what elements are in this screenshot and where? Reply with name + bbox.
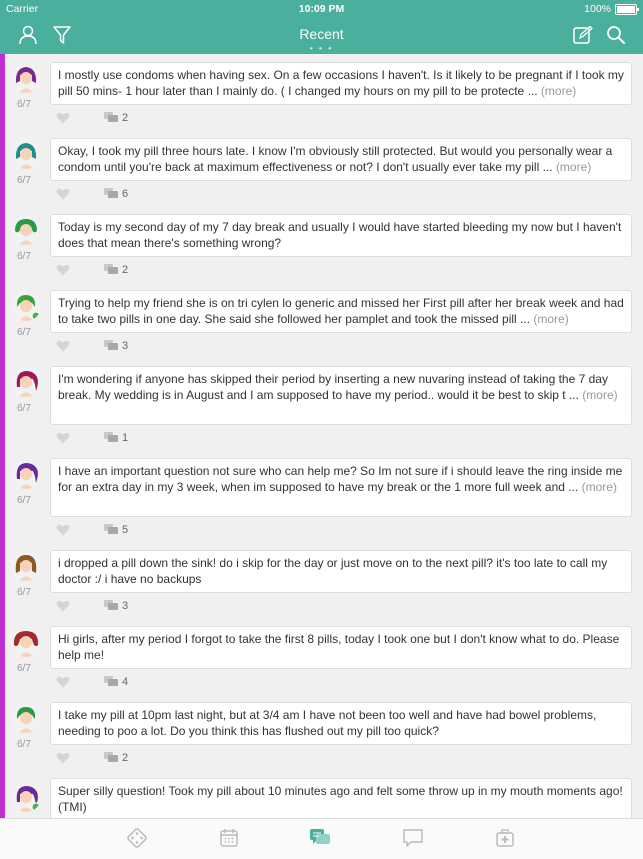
post-actions: 1 — [56, 432, 128, 444]
avatar — [11, 782, 41, 812]
clock: 10:09 PM — [298, 3, 345, 15]
post-date: 6/7 — [17, 587, 31, 598]
post-actions: 3 — [56, 340, 128, 352]
comment-icon[interactable] — [104, 432, 118, 444]
page-indicator: ● ● ● — [309, 46, 334, 52]
post-text: Hi girls, after my period I forgot to ta… — [58, 632, 620, 662]
comment-count: 2 — [122, 264, 129, 276]
compose-icon[interactable] — [572, 25, 594, 45]
post-text: Okay, I took my pill three hours late. I… — [58, 144, 613, 174]
more-link[interactable]: (more) — [533, 312, 568, 326]
chat-icon[interactable] — [309, 827, 331, 849]
post-card[interactable]: I mostly use condoms when having sex. On… — [50, 62, 632, 105]
comment-count: 6 — [122, 188, 129, 200]
heart-icon[interactable] — [56, 432, 70, 444]
post-actions: 3 — [56, 600, 128, 612]
post-date: 6/7 — [17, 663, 31, 674]
more-link[interactable]: (more) — [541, 84, 576, 98]
post-actions: 5 — [56, 524, 128, 536]
heart-icon[interactable] — [56, 340, 70, 352]
post-date: 6/7 — [17, 495, 31, 506]
heart-icon[interactable] — [56, 264, 70, 276]
dice-icon[interactable] — [126, 827, 148, 849]
avatar — [11, 703, 41, 733]
post-card[interactable]: Super silly question! Took my pill about… — [50, 778, 632, 818]
post-card[interactable]: I take my pill at 10pm last night, but a… — [50, 702, 632, 745]
avatar — [11, 627, 41, 657]
post-text: I have an important question not sure wh… — [58, 464, 623, 494]
heart-icon[interactable] — [56, 600, 70, 612]
post-text: Super silly question! Took my pill about… — [58, 784, 623, 814]
search-icon[interactable] — [605, 25, 627, 45]
comment-icon[interactable] — [104, 112, 118, 124]
avatar — [11, 291, 41, 321]
avatar — [11, 139, 41, 169]
comment-count: 4 — [122, 676, 129, 688]
avatar — [11, 215, 41, 245]
post-date: 6/7 — [17, 99, 31, 110]
comment-icon[interactable] — [104, 524, 118, 536]
post-card[interactable]: Okay, I took my pill three hours late. I… — [50, 138, 632, 181]
status-bar: Carrier 10:09 PM 100% — [0, 0, 643, 18]
post-text: i dropped a pill down the sink! do i ski… — [58, 556, 608, 586]
avatar — [11, 367, 41, 397]
comment-count: 2 — [122, 752, 129, 764]
post-card[interactable]: i dropped a pill down the sink! do i ski… — [50, 550, 632, 593]
post-date: 6/7 — [17, 739, 31, 750]
post-actions: 2 — [56, 752, 128, 764]
avatar — [11, 63, 41, 93]
comment-count: 1 — [122, 432, 129, 444]
page-title: Recent — [299, 26, 344, 42]
post-card[interactable]: Trying to help my friend she is on tri c… — [50, 290, 632, 333]
more-link[interactable]: (more) — [556, 160, 591, 174]
post-text: Today is my second day of my 7 day break… — [58, 220, 622, 250]
comment-count: 2 — [122, 112, 129, 124]
post-card[interactable]: I'm wondering if anyone has skipped thei… — [50, 366, 632, 425]
heart-icon[interactable] — [56, 524, 70, 536]
post-card[interactable]: I have an important question not sure wh… — [50, 458, 632, 517]
heart-icon[interactable] — [56, 676, 70, 688]
heart-icon[interactable] — [56, 188, 70, 200]
avatar — [11, 551, 41, 581]
comment-icon[interactable] — [104, 264, 118, 276]
comment-icon[interactable] — [104, 752, 118, 764]
more-link[interactable]: (more) — [582, 388, 617, 402]
post-text: I mostly use condoms when having sex. On… — [58, 68, 624, 98]
header-bar: Carrier 10:09 PM 100% Recent ● ● ● — [0, 0, 643, 54]
tab-bar — [0, 818, 643, 859]
heart-icon[interactable] — [56, 112, 70, 124]
comment-icon[interactable] — [104, 676, 118, 688]
post-actions: 4 — [56, 676, 128, 688]
battery-icon — [615, 3, 639, 15]
post-actions: 6 — [56, 188, 128, 200]
post-date: 6/7 — [17, 403, 31, 414]
post-date: 6/7 — [17, 251, 31, 262]
post-card[interactable]: Hi girls, after my period I forgot to ta… — [50, 626, 632, 669]
post-actions: 2 — [56, 264, 128, 276]
calendar-icon[interactable] — [218, 827, 240, 849]
heart-icon[interactable] — [56, 752, 70, 764]
comment-count: 3 — [122, 600, 129, 612]
battery-percent: 100% — [584, 3, 611, 15]
comment-icon[interactable] — [104, 600, 118, 612]
more-link[interactable]: (more) — [582, 480, 617, 494]
medical-kit-icon[interactable] — [494, 827, 516, 849]
battery-indicator: 100% — [584, 3, 639, 15]
comment-icon[interactable] — [104, 340, 118, 352]
comment-icon[interactable] — [104, 188, 118, 200]
avatar — [11, 459, 41, 489]
post-actions: 2 — [56, 112, 128, 124]
post-date: 6/7 — [17, 175, 31, 186]
post-list[interactable]: 6/7 I mostly use condoms when having sex… — [5, 54, 643, 818]
comment-count: 3 — [122, 340, 129, 352]
post-card[interactable]: Today is my second day of my 7 day break… — [50, 214, 632, 257]
comment-count: 5 — [122, 524, 129, 536]
message-icon[interactable] — [402, 827, 424, 849]
post-text: I'm wondering if anyone has skipped thei… — [58, 372, 608, 402]
post-date: 6/7 — [17, 327, 31, 338]
post-text: I take my pill at 10pm last night, but a… — [58, 708, 597, 738]
